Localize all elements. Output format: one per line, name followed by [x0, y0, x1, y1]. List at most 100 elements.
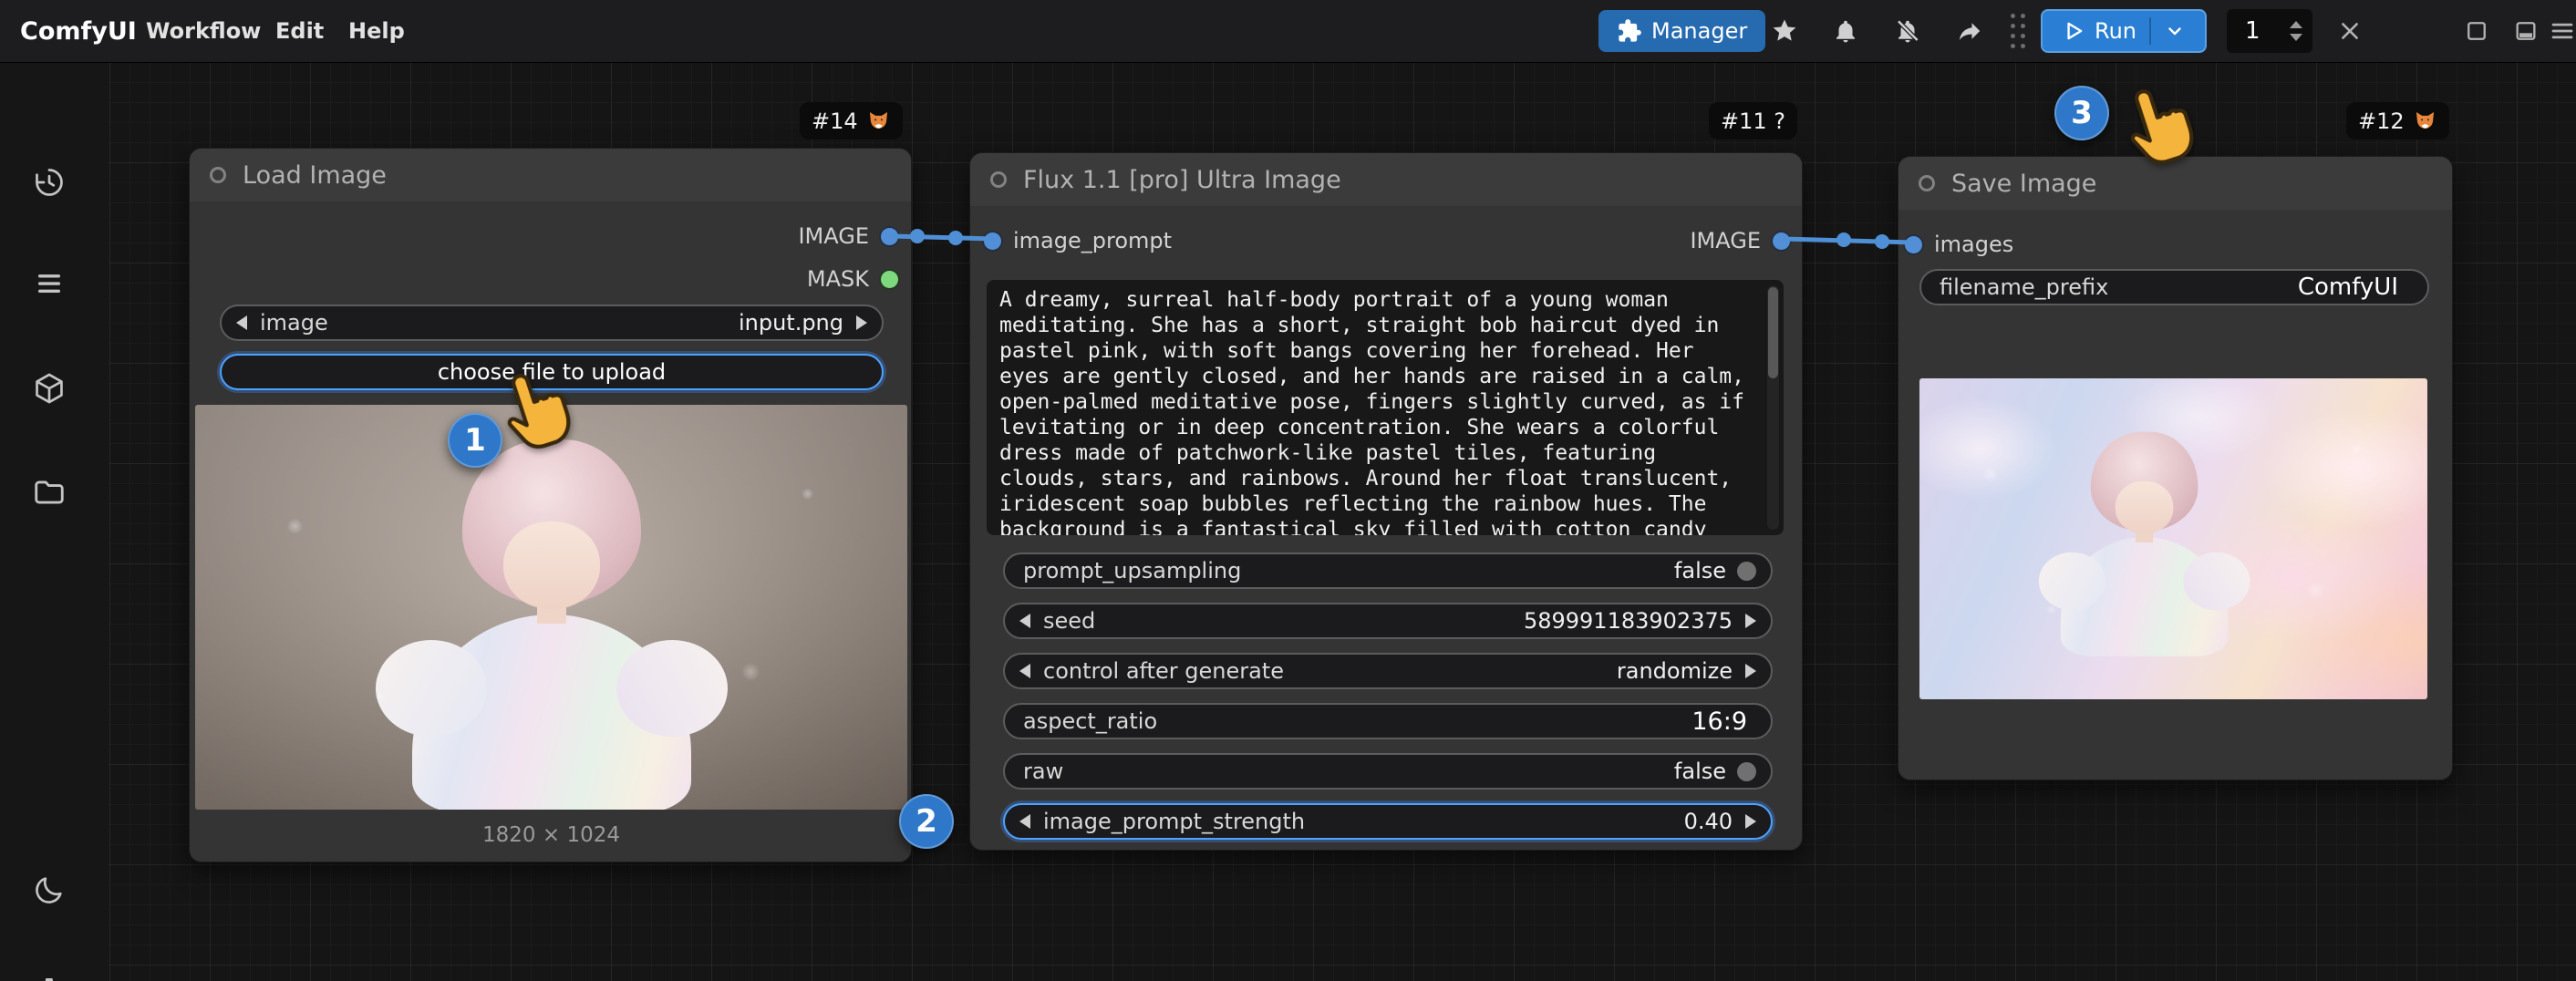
fox-icon	[2413, 108, 2437, 133]
decrement-arrow-icon[interactable]	[1018, 812, 1032, 831]
bell-icon[interactable]	[1824, 0, 1867, 62]
widget-label: control after generate	[1043, 658, 1284, 684]
input-dot-image-prompt[interactable]	[984, 232, 1001, 250]
slot-label: image_prompt	[1013, 228, 1172, 253]
history-icon[interactable]	[26, 159, 73, 206]
bell-off-icon[interactable]	[1886, 0, 1929, 62]
output-slot-image: IMAGE	[1690, 222, 1790, 259]
fox-icon	[866, 108, 891, 133]
decrement-arrow-icon[interactable]	[1018, 612, 1032, 630]
node-save-image[interactable]: Save Image images filename_prefix ComfyU…	[1898, 156, 2453, 780]
batch-count-stepper[interactable]: 1	[2227, 9, 2312, 53]
comfyui-app: ComfyUI Workflow Edit Help Manager	[0, 0, 2576, 981]
close-icon[interactable]	[2328, 0, 2372, 62]
app-logo: ComfyUI	[20, 0, 137, 62]
node-header[interactable]: Load Image	[190, 149, 911, 201]
node-load-image[interactable]: Load Image IMAGE MASK image input.png ch…	[189, 148, 912, 862]
input-slot-image-prompt: image_prompt	[984, 222, 1172, 259]
star-icon[interactable]	[1763, 0, 1806, 62]
raw-toggle[interactable]: raw false	[1003, 753, 1773, 790]
widget-value: randomize	[1617, 658, 1733, 684]
aspect-ratio-widget[interactable]: aspect_ratio 16:9	[1003, 703, 1773, 739]
increment-arrow-icon[interactable]	[1743, 662, 1758, 680]
batch-count-value: 1	[2245, 17, 2260, 45]
collapse-dot-icon[interactable]	[210, 167, 226, 183]
image-dimensions-caption: 1820 × 1024	[190, 823, 913, 847]
image-prompt-strength-widget[interactable]: image_prompt_strength 0.40	[1003, 803, 1773, 840]
play-icon	[2062, 19, 2085, 43]
widget-label: aspect_ratio	[1023, 708, 1157, 734]
seed-widget[interactable]: seed 589991183902375	[1003, 603, 1773, 639]
figure-bubbles	[1919, 378, 2427, 699]
hamburger-icon[interactable]	[2540, 0, 2576, 62]
figure-bubbles	[195, 405, 907, 810]
node-id-text: #14	[812, 108, 858, 134]
scrollbar-track[interactable]	[1767, 285, 1779, 530]
widget-label: filename_prefix	[1940, 274, 2108, 300]
menu-workflow[interactable]: Workflow	[146, 0, 261, 62]
scrollbar-thumb[interactable]	[1768, 287, 1778, 378]
chevron-down-icon[interactable]	[2164, 20, 2186, 42]
prompt-upsampling-toggle[interactable]: prompt_upsampling false	[1003, 552, 1773, 589]
widget-value: ComfyUI	[2298, 274, 2398, 301]
node-flux-ultra-image[interactable]: Flux 1.1 [pro] Ultra Image image_prompt …	[969, 152, 1803, 851]
node-id-badge: #12	[2346, 102, 2449, 139]
manager-button[interactable]: Manager	[1598, 10, 1765, 52]
decrement-arrow-icon[interactable]	[234, 314, 249, 332]
toggle-dot-icon[interactable]	[1737, 562, 1756, 581]
output-dot-image[interactable]	[1773, 232, 1790, 250]
node-title: Flux 1.1 [pro] Ultra Image	[1023, 166, 1341, 194]
widget-label: image	[260, 310, 328, 336]
stepper-arrows-icon[interactable]	[2289, 20, 2303, 42]
preview-figure	[195, 405, 907, 810]
folder-icon[interactable]	[26, 469, 73, 516]
share-icon[interactable]	[1948, 0, 1991, 62]
increment-arrow-icon[interactable]	[1743, 612, 1758, 630]
node-id-badge: #11 ?	[1709, 102, 1797, 139]
menu-help[interactable]: Help	[348, 0, 405, 62]
prompt-textarea[interactable]: A dreamy, surreal half-body portrait of …	[987, 280, 1784, 535]
step-badge-2: 2	[899, 794, 954, 849]
puzzle-icon	[1617, 18, 1642, 44]
gear-icon[interactable]	[26, 968, 73, 981]
step-badge-3: 3	[2054, 86, 2109, 140]
loaded-image-preview[interactable]	[195, 405, 907, 810]
widget-label: prompt_upsampling	[1023, 558, 1241, 583]
slot-label: images	[1934, 232, 2013, 257]
widget-label: image_prompt_strength	[1043, 809, 1305, 834]
box-icon[interactable]	[26, 365, 73, 412]
node-title: Load Image	[243, 161, 387, 190]
run-button-divider	[2149, 17, 2151, 45]
widget-value: input.png	[739, 310, 843, 336]
input-slot-images: images	[1905, 226, 2013, 263]
decrement-arrow-icon[interactable]	[1018, 662, 1032, 680]
image-combo-widget[interactable]: image input.png	[220, 305, 884, 341]
filename-prefix-widget[interactable]: filename_prefix ComfyUI	[1919, 269, 2429, 305]
increment-arrow-icon[interactable]	[1743, 812, 1758, 831]
manager-label: Manager	[1651, 18, 1747, 44]
saved-image-preview[interactable]	[1919, 378, 2427, 699]
moon-icon[interactable]	[26, 866, 73, 914]
square-icon[interactable]	[2455, 0, 2498, 62]
slot-label: IMAGE	[1690, 228, 1761, 253]
node-header[interactable]: Flux 1.1 [pro] Ultra Image	[970, 153, 1802, 206]
control-after-generate-widget[interactable]: control after generate randomize	[1003, 653, 1773, 689]
input-dot-images[interactable]	[1905, 236, 1922, 253]
drag-dots-icon[interactable]	[2004, 0, 2032, 62]
prompt-text: A dreamy, surreal half-body portrait of …	[999, 287, 1760, 535]
widget-value: 0.40	[1684, 809, 1733, 834]
collapse-dot-icon[interactable]	[990, 171, 1007, 188]
widget-value: false	[1674, 759, 1726, 784]
collapse-dot-icon[interactable]	[1919, 175, 1935, 191]
toggle-dot-icon[interactable]	[1737, 762, 1756, 781]
output-slot-image: IMAGE	[798, 218, 898, 254]
run-button[interactable]: Run	[2041, 9, 2207, 53]
output-dot-image[interactable]	[881, 228, 898, 245]
output-dot-mask[interactable]	[881, 271, 898, 288]
increment-arrow-icon[interactable]	[854, 314, 869, 332]
widget-label: seed	[1043, 608, 1095, 634]
queue-list-icon[interactable]	[26, 260, 73, 307]
menu-edit[interactable]: Edit	[275, 0, 324, 62]
output-slot-mask: MASK	[807, 261, 898, 297]
widget-value: false	[1674, 558, 1726, 583]
